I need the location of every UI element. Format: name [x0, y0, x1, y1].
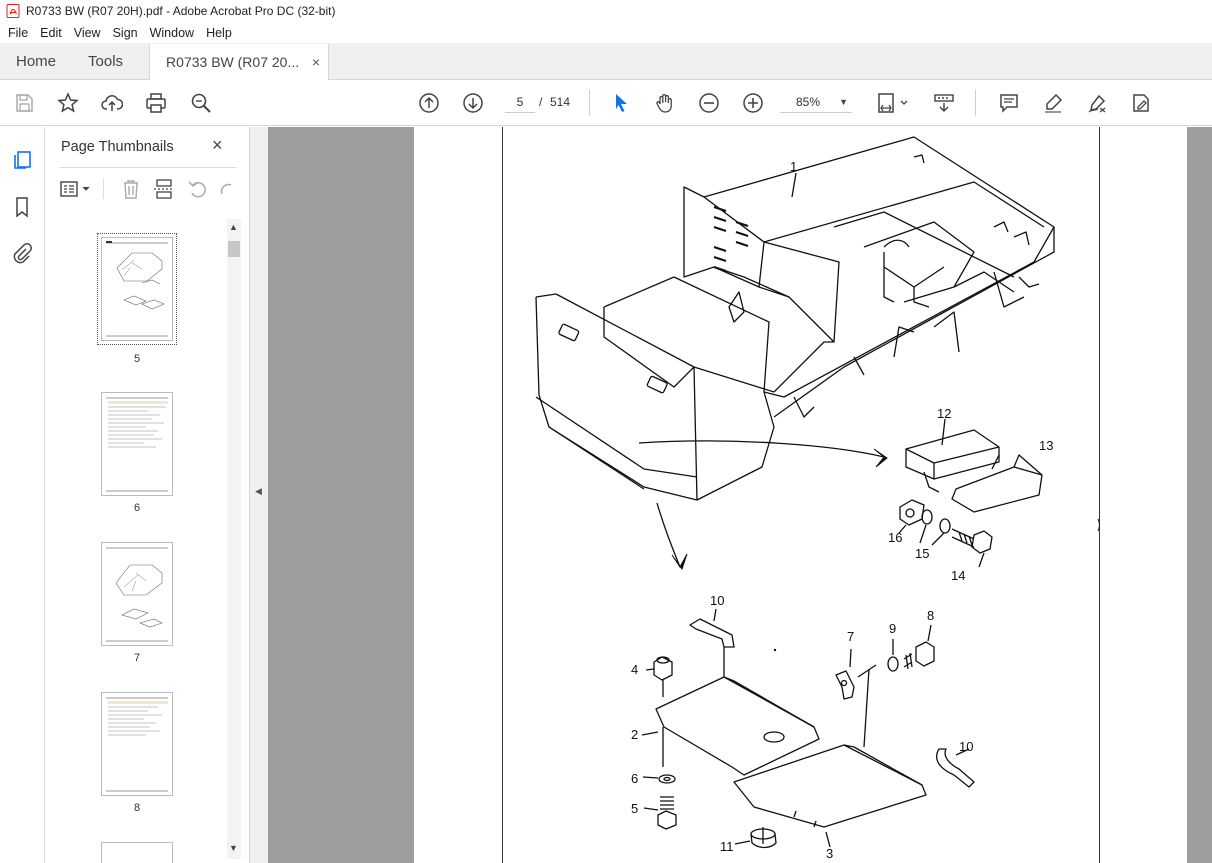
toolbar-divider: [589, 90, 590, 116]
thumbnail-options-icon[interactable]: [59, 179, 95, 199]
zoom-out-icon[interactable]: [697, 91, 721, 115]
collapse-panel-icon[interactable]: ◀: [255, 486, 262, 497]
page-thumbnail-6[interactable]: [101, 392, 173, 496]
callout-label: 10: [959, 739, 973, 754]
menu-bar: File Edit View Sign Window Help: [0, 22, 1212, 43]
zoom-in-icon[interactable]: [741, 91, 765, 115]
page-thumbnail-5[interactable]: [97, 233, 177, 345]
toolbar: [0, 80, 1212, 126]
tab-document[interactable]: R0733 BW (R07 20... ×: [149, 44, 330, 80]
zoom-level-value: 85%: [796, 95, 821, 109]
scroll-up-icon[interactable]: ▲: [229, 222, 238, 232]
bookmark-star-icon[interactable]: [56, 91, 80, 115]
panel-splitter[interactable]: ◀: [250, 127, 268, 863]
menu-file[interactable]: File: [2, 26, 34, 40]
thumbnail-label: 6: [133, 502, 141, 514]
draw-sign-icon[interactable]: [1085, 91, 1109, 115]
document-canvas[interactable]: 1 12 13 16 15 14 10 4 2 6 5 7 9 8 10 11 …: [268, 127, 1212, 863]
page-number-input[interactable]: 5: [505, 91, 535, 113]
scroll-down-icon[interactable]: ▼: [229, 843, 238, 853]
menu-edit[interactable]: Edit: [34, 26, 68, 40]
previous-page-icon[interactable]: [417, 91, 441, 115]
page-thumbnail-8[interactable]: [101, 692, 173, 796]
page-thumbnail-7[interactable]: [101, 542, 173, 646]
page-count: 514: [550, 95, 571, 109]
window-title: R0733 BW (R07 20H).pdf - Adobe Acrobat P…: [26, 4, 336, 18]
toolbar-divider: [975, 90, 976, 116]
callout-label: 4: [631, 662, 638, 677]
callout-label: 16: [888, 530, 902, 545]
next-page-icon[interactable]: [461, 91, 485, 115]
hand-tool-icon[interactable]: [653, 91, 677, 115]
callout-label: 10: [710, 593, 724, 608]
callout-label: 11: [720, 839, 734, 854]
panel-title: Page Thumbnails: [61, 139, 174, 155]
panel-divider: [59, 167, 237, 168]
close-panel-icon[interactable]: ×: [212, 135, 223, 156]
fill-sign-icon[interactable]: [1129, 91, 1153, 115]
page-thumbnails-icon[interactable]: [11, 149, 33, 171]
document-tab-label: R0733 BW (R07 20...: [166, 54, 300, 70]
acrobat-pdf-icon: [6, 4, 20, 18]
thumbnail-drawing-icon: [106, 241, 168, 337]
callout-label: 9: [889, 621, 896, 636]
title-bar: R0733 BW (R07 20H).pdf - Adobe Acrobat P…: [0, 0, 1212, 22]
upload-cloud-icon[interactable]: [100, 91, 124, 115]
thumbnail-label: 5: [133, 353, 141, 365]
tab-tools[interactable]: Tools: [72, 43, 139, 79]
scroll-mode-icon[interactable]: [932, 91, 956, 115]
thumbnail-parts-list-icon: [106, 697, 168, 792]
callout-label: 14: [951, 568, 965, 583]
highlight-pen-icon[interactable]: [1041, 91, 1065, 115]
page-separator: /: [539, 95, 543, 109]
tab-bar: Home Tools R0733 BW (R07 20... ×: [0, 43, 1212, 80]
save-icon[interactable]: [12, 91, 36, 115]
callout-label: 5: [631, 801, 638, 816]
thumbnail-scrollbar[interactable]: [227, 219, 241, 859]
callout-label: 7: [847, 629, 854, 644]
zoom-level-select[interactable]: 85% ▼: [780, 91, 852, 113]
page-fit-icon[interactable]: [876, 91, 912, 115]
insert-pages-icon[interactable]: [153, 179, 175, 199]
tab-home[interactable]: Home: [0, 43, 72, 79]
delete-trash-icon[interactable]: [120, 179, 142, 199]
pdf-page: 1 12 13 16 15 14 10 4 2 6 5 7 9 8 10 11 …: [414, 127, 1187, 863]
callout-label: 6: [631, 771, 638, 786]
rotate-right-icon[interactable]: [219, 179, 233, 199]
page-thumbnails-panel: Page Thumbnails × ▲ ▼ 5 6 7 8: [45, 127, 250, 863]
chevron-down-icon: ▼: [839, 97, 848, 107]
callout-label: 12: [937, 406, 951, 421]
left-rail: [0, 127, 45, 863]
menu-sign[interactable]: Sign: [107, 26, 144, 40]
scrollbar-thumb[interactable]: [228, 241, 240, 257]
attachments-icon[interactable]: [11, 242, 33, 264]
callout-label: 1: [790, 159, 797, 174]
thumbnail-parts-list-icon: [106, 397, 168, 492]
find-search-icon[interactable]: [189, 91, 213, 115]
menu-window[interactable]: Window: [144, 26, 200, 40]
print-icon[interactable]: [144, 91, 168, 115]
callout-label: 2: [631, 727, 638, 742]
select-cursor-icon[interactable]: [609, 91, 633, 115]
thumbnail-label: 7: [133, 652, 141, 664]
callout-label: 13: [1039, 438, 1053, 453]
callout-label: 15: [915, 546, 929, 561]
menu-help[interactable]: Help: [200, 26, 238, 40]
page-thumbnail-9[interactable]: [101, 842, 173, 863]
menu-view[interactable]: View: [68, 26, 107, 40]
thumbnail-label: 8: [133, 802, 141, 814]
close-tab-icon[interactable]: ×: [312, 54, 320, 70]
panel-tool-divider: [103, 179, 104, 199]
bookmarks-icon[interactable]: [11, 196, 33, 218]
comment-icon[interactable]: [997, 91, 1021, 115]
rotate-left-icon[interactable]: [187, 179, 209, 199]
thumbnail-drawing-icon: [106, 547, 168, 642]
exploded-parts-drawing: 1 12 13 16 15 14 10 4 2 6 5 7 9 8 10 11 …: [535, 136, 1100, 861]
callout-label: 8: [927, 608, 934, 623]
callout-label: 3: [826, 846, 833, 861]
